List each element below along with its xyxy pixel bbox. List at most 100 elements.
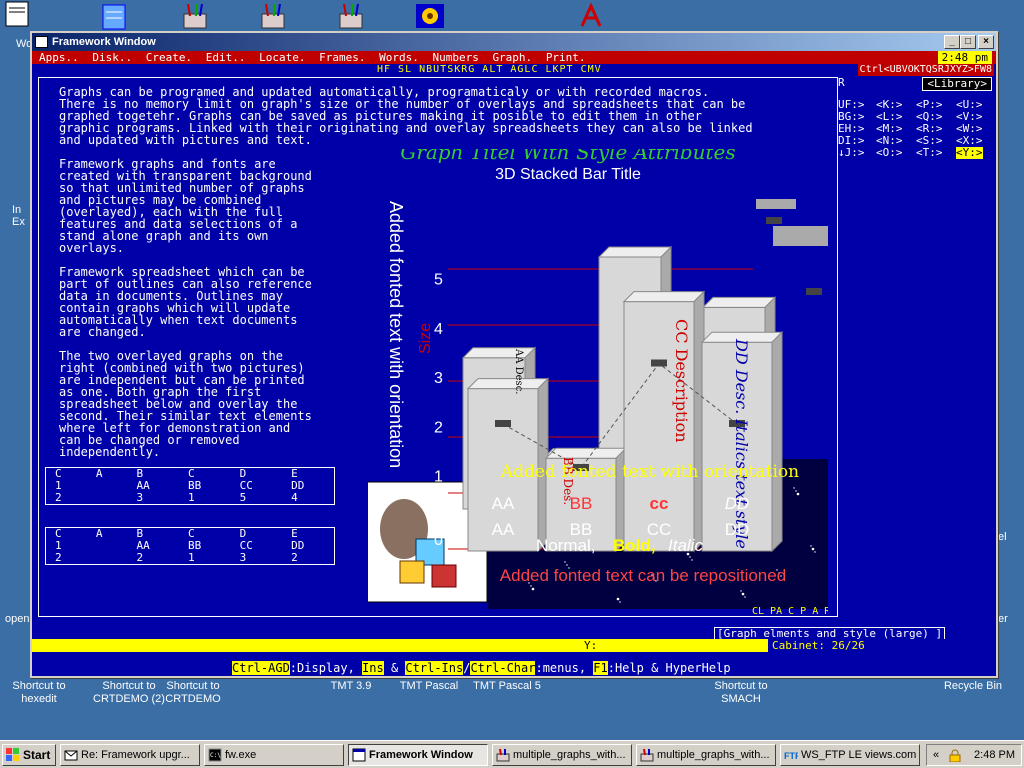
- bar-front-side: [771, 330, 783, 553]
- star: [531, 587, 535, 591]
- status-bar: Y: Cabinet: 26/26: [32, 639, 996, 652]
- star: [810, 545, 812, 547]
- ftp-icon: FTP: [784, 751, 798, 761]
- crtdemo-label: Shortcut to CRTDEMO: [165, 680, 221, 705]
- star: [564, 561, 566, 563]
- vertical-text: Added fonted text with orientation: [386, 201, 406, 468]
- spreadsheet-2[interactable]: C A B C D E 1 AA BB CC DD 2 2 1 3 2: [45, 527, 335, 565]
- help-text: :Help & HyperHelp: [607, 661, 731, 675]
- bar-front-top: [466, 378, 550, 390]
- table-cell: DD: [291, 479, 305, 492]
- taskbar-button-fw-exe[interactable]: C:\ fw.exe: [204, 744, 344, 766]
- help-bar: Ctrl-AGD:Display, Ins & Ctrl-Ins/Ctrl-Ch…: [32, 660, 996, 676]
- title-bar[interactable]: Framework Window _ □ ×: [32, 33, 996, 51]
- menu-create[interactable]: Create.: [146, 51, 192, 64]
- close-button[interactable]: ×: [978, 35, 994, 49]
- stacked-bar-graph[interactable]: Graph Titel With Style Attributes 3D Sta…: [368, 149, 828, 619]
- menu-locate[interactable]: Locate.: [259, 51, 305, 64]
- table-cell: C: [55, 467, 62, 480]
- desktop-icon-hexedit[interactable]: Shortcut to hexedit: [0, 680, 84, 706]
- table-cell: A: [95, 527, 103, 540]
- svg-text:C:\: C:\: [210, 752, 221, 759]
- menu-edit[interactable]: Edit..: [206, 51, 246, 64]
- table-cell: 2: [291, 551, 298, 564]
- paint-icon[interactable]: [180, 2, 210, 30]
- tmtpascal-label: TMT Pascal: [399, 680, 459, 692]
- y-tick-label: 4: [434, 321, 443, 338]
- acrobat-icon[interactable]: [576, 2, 606, 30]
- desktop-icon-tmtpascal[interactable]: TMT Pascal: [384, 680, 474, 693]
- menu-words[interactable]: Words.: [379, 51, 419, 64]
- spreadsheet-1[interactable]: C A B C D E 1 AA BB CC DD 2 3 1 5 4: [45, 467, 335, 505]
- menu-apps[interactable]: Apps..: [39, 51, 79, 64]
- taskbar-button-wsftp[interactable]: FTP WS_FTP LE views.com: [780, 744, 920, 766]
- help-key-f1: F1: [593, 661, 608, 675]
- y-label: Y:: [584, 639, 598, 652]
- taskbar-button-label: fw.exe: [225, 749, 257, 761]
- taskbar-button-mail[interactable]: Re: Framework upgr...: [60, 744, 200, 766]
- table-cell: [87, 552, 128, 565]
- desktop-icon-tmt39[interactable]: TMT 3.9: [306, 680, 396, 693]
- desktop-icon-recycle-bin[interactable]: Recycle Bin: [928, 680, 1018, 693]
- taskbar-button-paint-1[interactable]: multiple_graphs_with...: [492, 744, 632, 766]
- library-button[interactable]: <Library>: [922, 77, 992, 91]
- desktop-icon-tmtpascal5[interactable]: TMT Pascal 5: [462, 680, 552, 693]
- table-cell: 1: [55, 479, 62, 492]
- maximize-button[interactable]: □: [960, 35, 976, 49]
- key-t[interactable]: <T:>: [916, 147, 943, 159]
- cube-icon: [399, 560, 425, 584]
- menu-disk[interactable]: Disk..: [92, 51, 132, 64]
- table-cell: 2: [55, 551, 62, 564]
- table-row: 2 3 1 5 4: [46, 492, 335, 505]
- star: [811, 547, 815, 551]
- help-text: :Display,: [289, 661, 363, 675]
- help-key-ctrl-ins: Ctrl-Ins: [405, 661, 464, 675]
- start-button[interactable]: Start: [2, 744, 56, 766]
- category-label-front: BB: [570, 494, 593, 513]
- hexedit-label: Shortcut to hexedit: [12, 680, 66, 705]
- y-tick-label: 1: [434, 469, 443, 486]
- sunflower-icon[interactable]: [414, 2, 446, 30]
- tmt39-label: TMT 3.9: [330, 680, 372, 692]
- cabinet-status: Cabinet: 26/26: [768, 639, 996, 652]
- table-cell: [87, 540, 128, 552]
- y-tick-label: 5: [434, 272, 443, 289]
- legend-marker: [766, 217, 782, 224]
- reposition-text: Added fonted text can be repositioned: [500, 566, 786, 585]
- help-text: :menus,: [535, 661, 594, 675]
- document-icon: [5, 1, 29, 27]
- key-o[interactable]: <O:>: [876, 147, 903, 159]
- paint-icon[interactable]: [336, 2, 366, 30]
- lock-icon[interactable]: [949, 749, 961, 762]
- minimize-button[interactable]: _: [944, 35, 960, 49]
- taskbar: Start Re: Framework upgr... C:\ fw.exe F…: [0, 740, 1024, 768]
- taskbar-button-label: WS_FTP LE views.com: [801, 749, 917, 761]
- paint-icon[interactable]: [258, 2, 288, 30]
- desktop-icon-smach[interactable]: Shortcut to SMACH: [696, 680, 786, 706]
- menu-graph[interactable]: Graph.: [492, 51, 532, 64]
- key-j[interactable]: ↓J:>: [838, 147, 865, 159]
- desktop-icon-crtdemo[interactable]: Shortcut to CRTDEMO: [148, 680, 238, 706]
- table-cell: 3: [239, 551, 247, 564]
- overlay-marker: [651, 359, 667, 367]
- y-tick-label: 3: [434, 370, 443, 387]
- taskbar-button-framework[interactable]: Framework Window: [348, 744, 488, 766]
- menu-numbers[interactable]: Numbers: [432, 51, 478, 64]
- bar-front-top: [622, 291, 706, 303]
- tray-chevron-icon[interactable]: «: [933, 745, 939, 765]
- hotkey-strip[interactable]: HF SL NBUTSKRG ALT AGLC LKPT CMV: [377, 64, 602, 76]
- window-icon: [35, 36, 48, 48]
- table-cell: C: [188, 527, 195, 540]
- overlay-marker: [495, 420, 511, 427]
- menu-print[interactable]: Print.: [546, 51, 586, 64]
- y-axis-label: Size: [417, 323, 434, 354]
- table-cell: D: [239, 527, 247, 540]
- table-cell: 1: [188, 491, 195, 504]
- notepad-icon[interactable]: [100, 2, 130, 30]
- menu-frames[interactable]: Frames.: [319, 51, 365, 64]
- taskbar-button-paint-2[interactable]: multiple_graphs_with...: [636, 744, 776, 766]
- bar-description: DD Desc. Italics text style: [732, 338, 751, 549]
- graph-title: 3D Stacked Bar Title: [495, 166, 641, 183]
- table-cell: [87, 480, 128, 492]
- key-y[interactable]: <Y:>: [956, 147, 983, 159]
